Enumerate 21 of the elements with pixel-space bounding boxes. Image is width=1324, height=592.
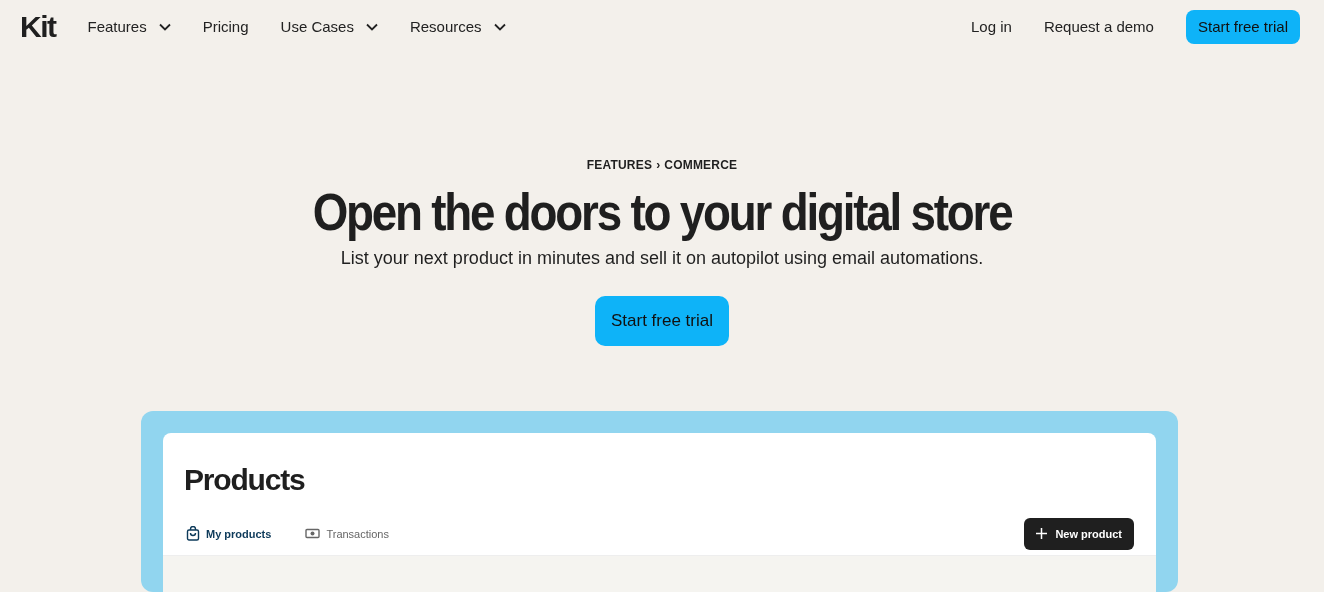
- new-product-button[interactable]: New product: [1024, 517, 1134, 551]
- nav-link[interactable]: Use Cases: [280, 15, 378, 39]
- login-link[interactable]: Log in: [971, 15, 1012, 39]
- breadcrumb-separator: ›: [656, 157, 661, 174]
- hero-heading: Open the doors to your digital store: [312, 184, 1012, 242]
- hero-subtitle: List your next product in minutes and sell it on autopilot using email automations.: [340, 247, 984, 271]
- plus-icon: [1036, 528, 1048, 540]
- tab[interactable]: My products: [186, 525, 272, 543]
- nav-link[interactable]: Features: [87, 15, 171, 39]
- start-trial-button[interactable]: Start free trial: [594, 296, 729, 346]
- breadcrumb-item[interactable]: COMMERCE: [664, 156, 738, 174]
- page-title: Products: [183, 461, 306, 496]
- request-demo-link[interactable]: Request a demo: [1043, 15, 1154, 39]
- logo[interactable]: Kit: [20, 12, 56, 42]
- breadcrumb-item[interactable]: FEATURES: [586, 156, 653, 174]
- start-trial-button[interactable]: Start free trial: [1185, 9, 1300, 45]
- tab[interactable]: Transactions: [305, 525, 389, 543]
- cash-icon: [305, 528, 321, 540]
- bag-icon: [186, 526, 200, 542]
- nav-link[interactable]: Resources: [409, 15, 506, 39]
- nav-link[interactable]: Pricing: [202, 15, 249, 39]
